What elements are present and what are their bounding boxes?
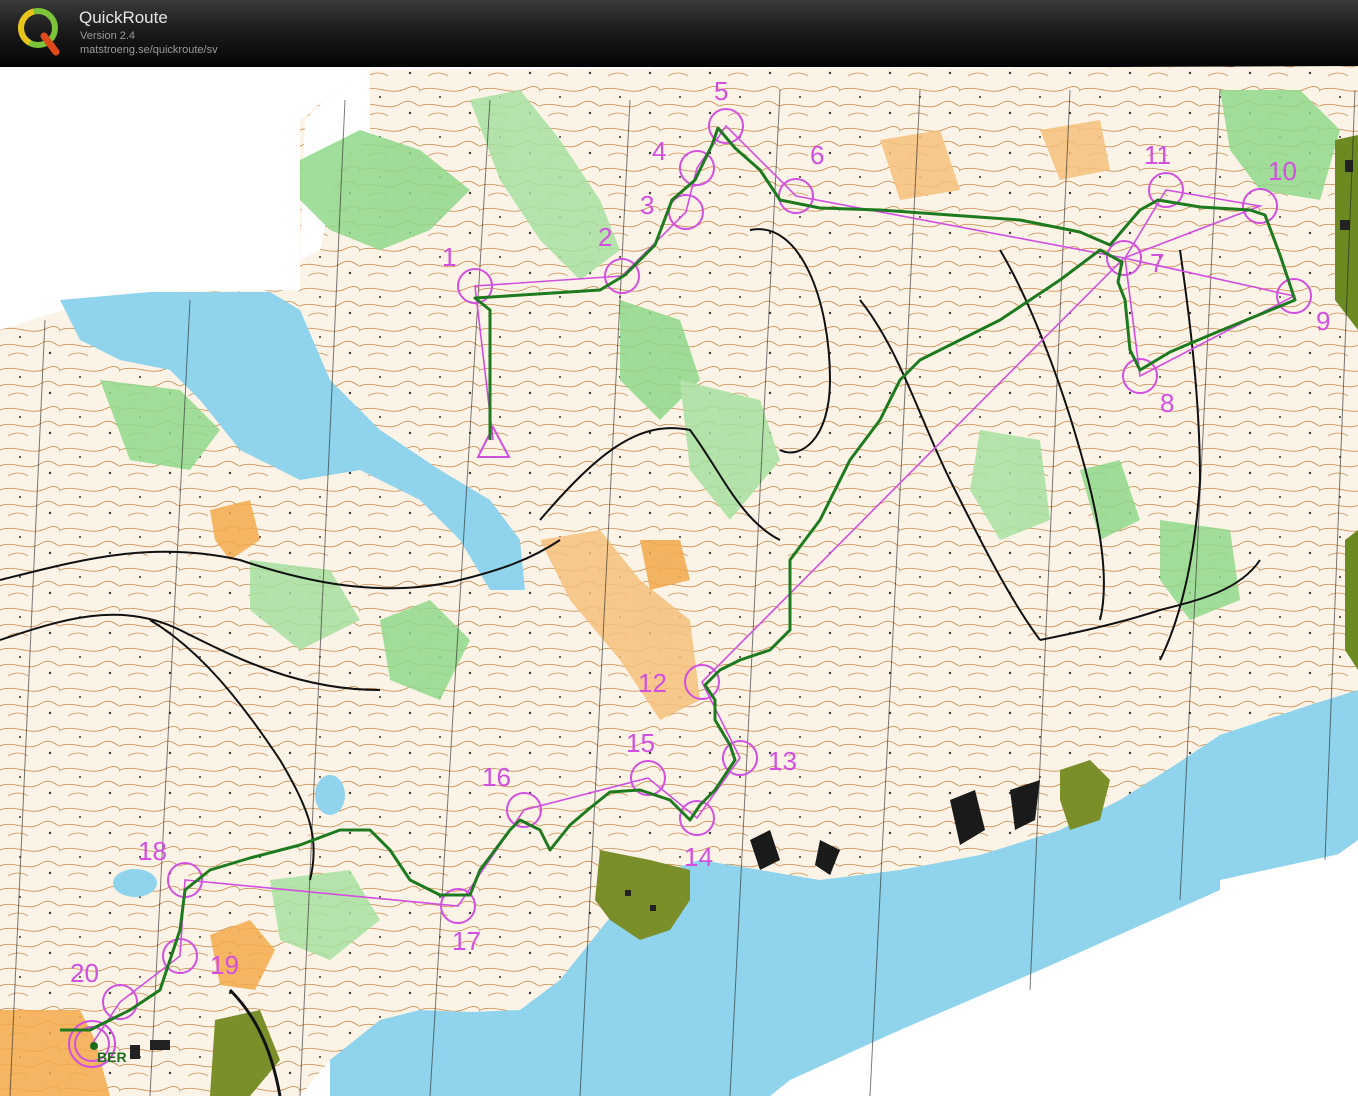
control-label-15: 15 xyxy=(626,728,655,758)
control-label-12: 12 xyxy=(638,668,667,698)
control-label-13: 13 xyxy=(768,746,797,776)
control-label-1: 1 xyxy=(442,242,456,272)
control-label-6: 6 xyxy=(810,140,824,170)
app-url: matstroeng.se/quickroute/sv xyxy=(80,44,218,56)
control-label-4: 4 xyxy=(652,136,666,166)
control-label-8: 8 xyxy=(1160,388,1174,418)
control-label-11: 11 xyxy=(1144,140,1171,170)
app-name: QuickRoute xyxy=(79,8,168,27)
control-label-5: 5 xyxy=(714,76,728,106)
control-label-7: 7 xyxy=(1150,248,1164,278)
quickroute-logo-icon xyxy=(18,8,60,56)
app-version: Version 2.4 xyxy=(80,30,136,42)
control-label-19: 19 xyxy=(210,950,239,980)
title-bar: QuickRoute Version 2.4 matstroeng.se/qui… xyxy=(0,0,1358,67)
control-label-2: 2 xyxy=(598,222,612,252)
control-label-14: 14 xyxy=(684,842,713,872)
control-label-18: 18 xyxy=(138,836,167,866)
control-label-10: 10 xyxy=(1268,156,1297,186)
control-label-20: 20 xyxy=(70,958,99,988)
orienteering-map[interactable]: 1234567891011121314151617181920 BER xyxy=(0,66,1358,1096)
start-label: BER xyxy=(97,1049,127,1065)
control-label-17: 17 xyxy=(452,926,481,956)
control-label-16: 16 xyxy=(482,762,511,792)
control-label-9: 9 xyxy=(1316,306,1330,336)
control-label-3: 3 xyxy=(640,190,654,220)
